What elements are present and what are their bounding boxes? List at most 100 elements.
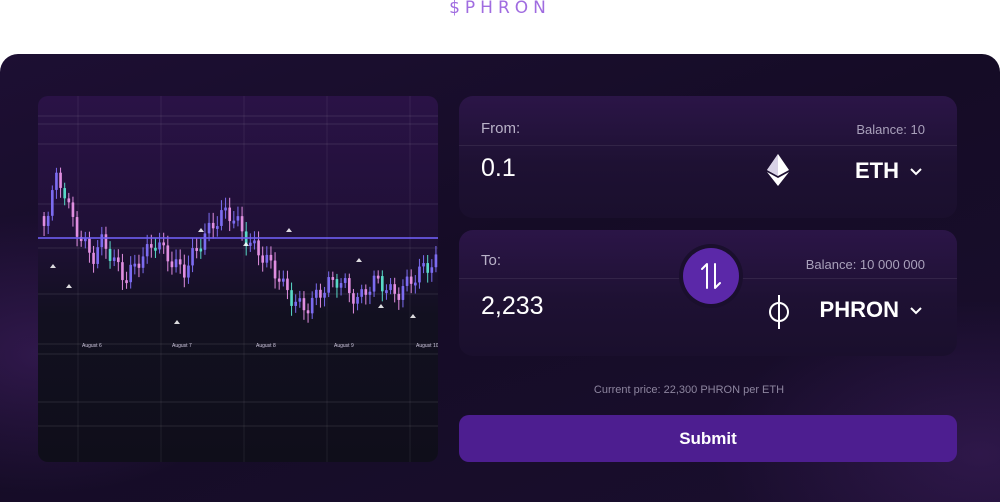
candle [368,291,372,295]
candle [133,263,137,267]
price-chart: August 6 August 7 August 8 August 9 August 1… [38,96,438,462]
candle [199,248,203,252]
candle [290,290,293,306]
candle [174,259,178,268]
trade-marker [174,320,180,324]
candle [413,282,417,286]
candle [121,262,124,281]
candlestick-chart: August 6 August 7 August 8 August 9 August 1… [38,96,438,462]
candle [331,277,335,281]
to-amount-input[interactable]: 2,233 [481,292,544,321]
candle [364,289,368,295]
candle [397,293,401,300]
swap-direction-button[interactable] [683,248,739,304]
candle [191,248,194,266]
candle [265,254,269,263]
candle [88,238,91,253]
candle [129,264,133,283]
candle [100,234,104,248]
candle [319,289,322,298]
candle [116,257,120,263]
candle [178,259,182,265]
date-label: August 10 [416,343,438,349]
candle [145,244,149,257]
candle [141,256,145,268]
divider [459,145,957,146]
candle [261,255,265,263]
candle [112,257,116,262]
candle [314,289,318,298]
candle [46,215,50,226]
candle [228,207,232,222]
candle [335,279,339,288]
candle [277,278,281,282]
from-amount-input[interactable]: 0.1 [481,154,516,183]
to-label: To: [481,252,502,269]
candle [195,248,199,252]
candle [327,277,331,293]
candle [158,242,161,250]
candle [269,254,273,261]
candle [372,275,376,292]
candle [170,261,174,268]
trade-marker [378,304,384,308]
candle [248,242,252,246]
trade-marker [50,264,56,268]
trade-marker [66,284,72,288]
candle [281,278,285,282]
candle [96,247,100,264]
to-token-select[interactable]: PHRON [820,297,923,323]
brand-logo: $PHRON [449,0,551,18]
candle [360,289,364,297]
candle [426,262,430,273]
candle [356,296,359,304]
candle [385,290,388,294]
candle [63,187,67,199]
candle [257,240,260,256]
candle [323,292,326,298]
trade-marker [286,228,292,232]
candle [418,266,421,283]
candle [187,265,190,278]
candle [182,264,186,278]
candle [352,293,355,304]
trade-marker [410,314,416,318]
candle [220,210,223,227]
candle [393,284,397,294]
candle [401,286,405,300]
candle [232,220,236,224]
candle [286,278,289,291]
candle [294,301,298,306]
candle [108,248,112,262]
candle [162,242,166,246]
candle [380,275,384,292]
candle [125,280,128,284]
candle [310,297,314,314]
candle [405,276,409,287]
candle [253,240,256,244]
from-token-label: ETH [855,158,899,183]
candle [236,216,240,221]
candle [166,245,170,262]
candle [67,198,71,203]
candle [75,217,79,237]
candle [203,233,207,250]
submit-button[interactable]: Submit [459,415,957,462]
to-token-label: PHRON [819,297,899,322]
swap-panel: August 6 August 7 August 8 August 9 August 1… [0,54,1000,502]
date-label: August 8 [256,343,276,349]
ethereum-icon [767,154,789,191]
candle [306,310,310,314]
candle [55,172,58,190]
from-balance: Balance: 10 [856,122,925,137]
candle [104,234,108,249]
from-token-select[interactable]: ETH [855,158,923,184]
trade-marker [198,228,204,232]
candle [215,226,219,230]
candle [71,202,75,218]
chevron-down-icon [910,307,922,315]
chevron-down-icon [910,168,922,176]
candle [224,207,227,211]
candle [302,298,306,311]
candle [137,263,141,268]
